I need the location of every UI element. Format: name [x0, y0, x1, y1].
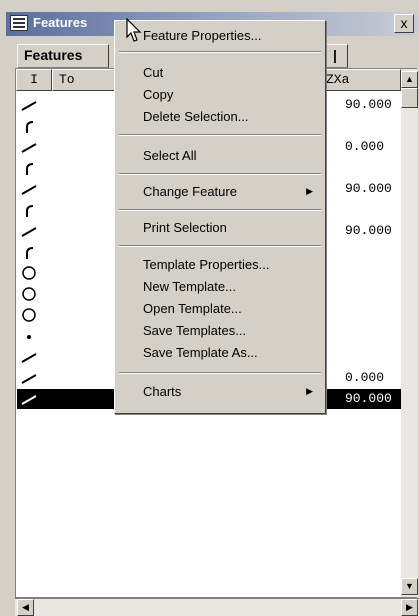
column-header-i[interactable]: I: [16, 69, 52, 91]
scroll-left-button[interactable]: ◀: [17, 599, 34, 616]
zxa-value: 90.000: [345, 97, 392, 112]
zxa-value: 90.000: [345, 391, 392, 406]
column-header-zxa[interactable]: ZXa: [321, 69, 401, 91]
menu-item-select-all[interactable]: Select All: [117, 145, 323, 167]
scroll-right-button[interactable]: ▶: [401, 599, 418, 616]
menu-item-charts[interactable]: Charts ▶: [117, 381, 323, 403]
window-list-icon: [10, 15, 28, 31]
line-icon: [21, 97, 37, 113]
scroll-down-button[interactable]: ▼: [401, 578, 418, 595]
arc-icon: [21, 160, 37, 176]
line-icon: [21, 223, 37, 239]
circle-icon: [21, 307, 37, 323]
close-button[interactable]: x: [394, 14, 414, 33]
arc-icon: [21, 244, 37, 260]
horizontal-scrollbar[interactable]: ◀ ▶: [15, 598, 419, 616]
scroll-thumb[interactable]: [401, 88, 418, 108]
submenu-arrow-icon: ▶: [306, 386, 313, 396]
zxa-value: 90.000: [345, 223, 392, 238]
tab-features[interactable]: Features: [17, 44, 109, 68]
menu-item-cut[interactable]: Cut: [117, 62, 323, 84]
menu-separator: [119, 51, 321, 53]
context-menu: Feature Properties... Cut Copy Delete Se…: [114, 20, 326, 414]
menu-separator: [119, 209, 321, 211]
menu-item-copy[interactable]: Copy: [117, 84, 323, 106]
menu-item-open-template[interactable]: Open Template...: [117, 298, 323, 320]
menu-item-change-feature[interactable]: Change Feature ▶: [117, 181, 323, 203]
zxa-value: 0.000: [345, 139, 385, 154]
menu-separator: [119, 245, 321, 247]
features-window: Features x Features | I To ZXa 90.000 0.0…: [0, 0, 419, 616]
vertical-scrollbar[interactable]: ▲ ▼: [401, 69, 418, 597]
circle-icon: [21, 265, 37, 281]
zxa-value: 90.000: [345, 181, 392, 196]
menu-item-feature-properties[interactable]: Feature Properties...: [117, 25, 323, 47]
line-icon: [21, 139, 37, 155]
window-title: Features: [33, 15, 88, 30]
menu-item-print-selection[interactable]: Print Selection: [117, 217, 323, 239]
menu-item-save-templates[interactable]: Save Templates...: [117, 320, 323, 342]
menu-separator: [119, 134, 321, 136]
tab-other[interactable]: |: [326, 44, 348, 68]
point-icon: [21, 328, 37, 344]
menu-separator: [119, 372, 321, 374]
line-icon: [21, 370, 37, 386]
zxa-value: 0.000: [345, 370, 385, 385]
menu-item-template-properties[interactable]: Template Properties...: [117, 254, 323, 276]
line-icon: [21, 349, 37, 365]
mouse-cursor-icon: [126, 18, 142, 42]
menu-item-new-template[interactable]: New Template...: [117, 276, 323, 298]
circle-icon: [21, 286, 37, 302]
menu-separator: [119, 173, 321, 175]
menu-item-delete-selection[interactable]: Delete Selection...: [117, 106, 323, 128]
scroll-up-button[interactable]: ▲: [401, 71, 418, 88]
line-icon: [21, 181, 37, 197]
arc-icon: [21, 202, 37, 218]
submenu-arrow-icon: ▶: [306, 186, 313, 196]
line-icon: [21, 391, 37, 407]
arc-icon: [21, 118, 37, 134]
menu-item-save-template-as[interactable]: Save Template As...: [117, 342, 323, 364]
